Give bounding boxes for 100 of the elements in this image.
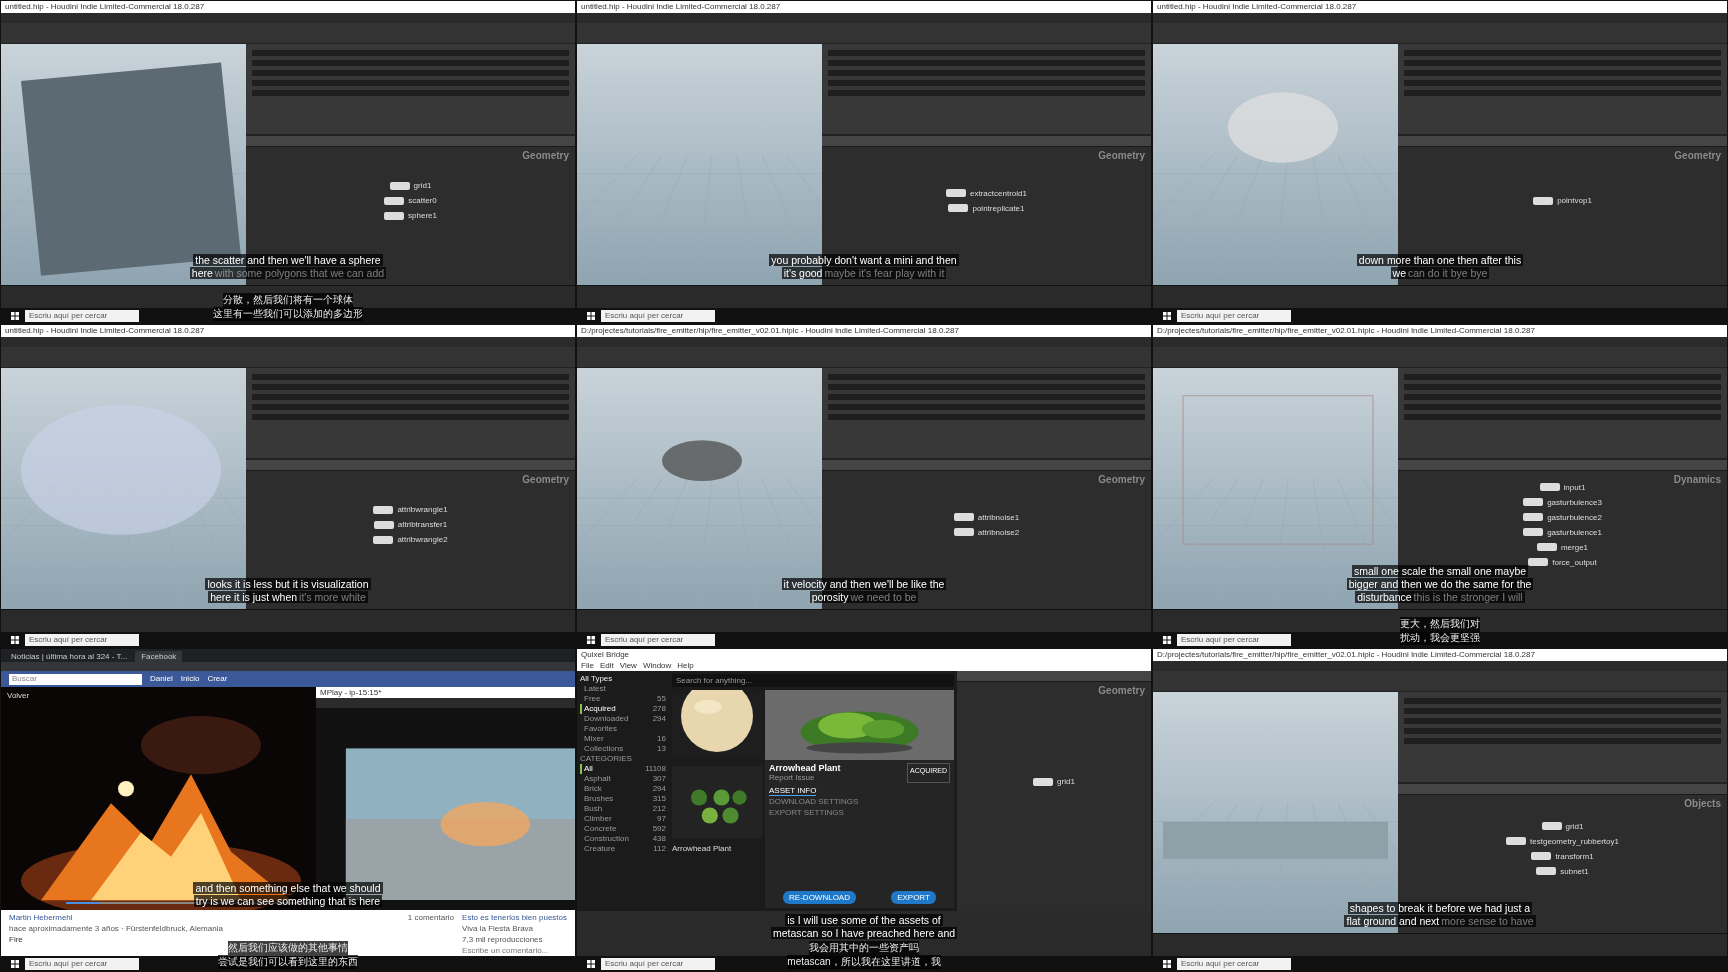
related-video-source: Viva la Fiesta Brava <box>462 924 535 934</box>
category-item[interactable]: Concrete 592 <box>580 824 666 834</box>
windows-icon[interactable] <box>11 959 19 968</box>
post-meta: hace aproximadamente 3 años · Fürstenfeldbruck, Alemania <box>9 924 223 934</box>
action-button[interactable]: RE-DOWNLOAD <box>783 891 856 904</box>
node[interactable] <box>1539 483 1560 492</box>
menu-item[interactable]: File <box>581 661 594 671</box>
sidebar-item[interactable]: Mixer 16 <box>580 734 666 744</box>
network-context-label: Objects <box>1684 797 1721 809</box>
windows-icon[interactable] <box>1163 959 1171 968</box>
category-item[interactable]: All 11108 <box>580 764 666 774</box>
node[interactable] <box>1523 528 1544 537</box>
subtitle-text: it velocity and then we'll be like the <box>782 578 946 590</box>
menu-item[interactable]: Help <box>677 661 694 671</box>
sidebar-item[interactable]: Acquired 278 <box>580 704 666 714</box>
node[interactable] <box>389 181 410 190</box>
node[interactable] <box>373 535 394 544</box>
author-name[interactable]: Martin Hebermehl <box>9 913 223 923</box>
nav-link[interactable]: Crear <box>207 674 228 684</box>
search-field[interactable]: Escriu aquí per cercar <box>25 957 139 970</box>
sidebar-item[interactable]: Latest <box>580 684 666 694</box>
category-item[interactable]: Construction 438 <box>580 834 666 844</box>
category-item[interactable]: Climber 97 <box>580 814 666 824</box>
node-label: gasturbulence3 <box>1547 497 1602 507</box>
search-field[interactable]: Escriu aquí per cercar <box>1177 957 1291 970</box>
asset-tab[interactable]: ASSET INFO <box>769 786 817 796</box>
node[interactable] <box>1536 543 1557 552</box>
windows-icon[interactable] <box>587 311 595 320</box>
report-link[interactable]: Report Issue <box>769 773 841 783</box>
search-field[interactable]: Search for anything... <box>672 674 954 687</box>
node[interactable] <box>948 204 969 213</box>
node-label: scatter0 <box>408 196 437 206</box>
node-label: attribnoise2 <box>977 527 1020 537</box>
sidebar-item[interactable]: Downloaded 294 <box>580 714 666 724</box>
back-link[interactable]: Volver <box>7 691 30 700</box>
node[interactable] <box>1536 867 1557 876</box>
search-field[interactable]: Escriu aquí per cercar <box>25 633 139 646</box>
comment-field[interactable]: Escribe un comentario... <box>462 946 567 956</box>
search-field[interactable]: Escriu aquí per cercar <box>1177 309 1291 322</box>
search-field[interactable]: Buscar <box>9 673 142 685</box>
node[interactable] <box>384 211 405 220</box>
node[interactable] <box>1523 513 1544 522</box>
category-item[interactable]: Asphalt 307 <box>580 774 666 784</box>
sidebar-item[interactable]: Free 55 <box>580 694 666 704</box>
network-context-label: Geometry <box>522 149 569 161</box>
windows-icon[interactable] <box>11 311 19 320</box>
node[interactable] <box>1533 196 1554 205</box>
action-button[interactable]: EXPORT <box>891 891 936 904</box>
windows-icon[interactable] <box>11 635 19 644</box>
menu-item[interactable]: View <box>619 661 637 671</box>
thumbnail-caption: Arrowhead Plant <box>672 844 733 854</box>
windows-icon[interactable] <box>1163 635 1171 644</box>
nav-link[interactable]: Daniel <box>150 674 173 684</box>
node[interactable] <box>373 505 394 514</box>
windows-icon[interactable] <box>587 635 595 644</box>
subtitle-text: 分散，然后我们将有一个球体 <box>223 293 353 307</box>
search-field[interactable]: Escriu aquí per cercar <box>601 309 715 322</box>
type-filter[interactable]: All Types <box>580 674 666 684</box>
category-item[interactable]: Bush 212 <box>580 804 666 814</box>
node[interactable] <box>953 528 974 537</box>
category-item[interactable]: Brick 294 <box>580 784 666 794</box>
subtitle-text: 我会用其中的一些资产吗 <box>809 941 919 955</box>
subtitle-text: looks it is less but it is visualization <box>206 578 370 590</box>
node[interactable] <box>1528 558 1549 567</box>
node[interactable] <box>1523 498 1544 507</box>
windows-icon[interactable] <box>1163 311 1171 320</box>
category-item[interactable]: Creature 112 <box>580 844 666 854</box>
subtitle-text: down more than one then after this <box>1357 254 1523 266</box>
node[interactable] <box>953 513 974 522</box>
post-text: Fire <box>9 935 24 945</box>
sidebar-item[interactable]: Favorites <box>580 724 666 734</box>
timeline[interactable] <box>1 285 575 308</box>
asset-tab[interactable]: EXPORT SETTINGS <box>769 808 844 818</box>
window-title: untitled.hip - Houdini Indie Limited-Commercial 18.0.287 <box>581 2 781 12</box>
node-label: merge1 <box>1560 542 1589 552</box>
sidebar-item[interactable]: Collections 13 <box>580 744 666 754</box>
nav-link[interactable]: Inicio <box>180 674 200 684</box>
windows-icon[interactable] <box>587 959 595 968</box>
asset-tab[interactable]: DOWNLOAD SETTINGS <box>769 797 859 807</box>
node[interactable] <box>1541 822 1562 831</box>
search-field[interactable]: Escriu aquí per cercar <box>25 309 139 322</box>
menu-item[interactable]: Edit <box>599 661 614 671</box>
node[interactable] <box>1531 852 1552 861</box>
network-context-label: Geometry <box>522 473 569 485</box>
search-field[interactable]: Escriu aquí per cercar <box>1177 633 1291 646</box>
category-item[interactable]: Brushes 315 <box>580 794 666 804</box>
search-field[interactable]: Escriu aquí per cercar <box>601 957 715 970</box>
browser-tab[interactable]: Facebook <box>135 651 183 662</box>
node[interactable] <box>1033 777 1054 786</box>
node[interactable] <box>946 189 967 198</box>
subtitle-text: small one scale the small one maybe <box>1352 565 1528 577</box>
comment-count[interactable]: 1 comentario <box>407 913 455 953</box>
search-field[interactable]: Escriu aquí per cercar <box>601 633 715 646</box>
menu-item[interactable]: Window <box>642 661 672 671</box>
node[interactable] <box>373 520 394 529</box>
node[interactable] <box>384 196 405 205</box>
related-video-title[interactable]: Esto es tenerlos bien puestos <box>462 913 567 923</box>
node[interactable] <box>1506 837 1527 846</box>
subtitle-text: the scatter and then we'll have a sphere <box>194 254 382 266</box>
subtitle-text: this is the stronger I will <box>1413 591 1524 603</box>
